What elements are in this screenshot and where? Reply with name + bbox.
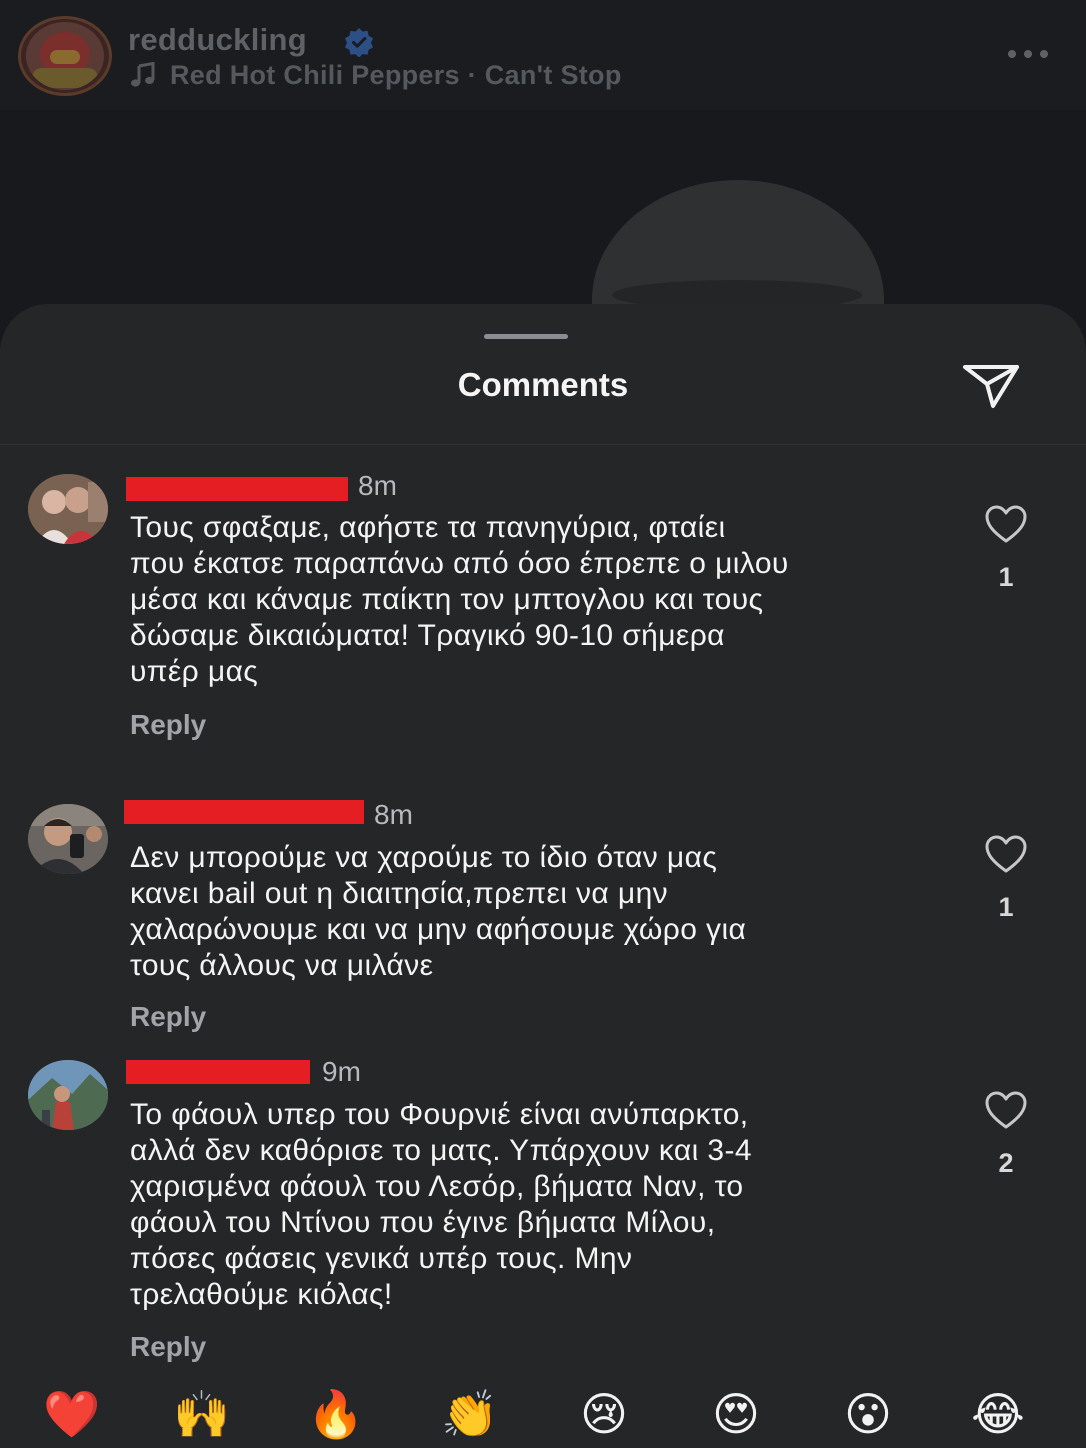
comment-line: φάουλ του Ντίνου που έγινε βήματα Μίλου, [130,1206,716,1239]
comment-line: Δεν μπορούμε να χαρούμε το ίδιο όταν μας [130,841,718,874]
comment-text: Το φάουλ υπερ του Φουρνιέ είναι ανύπαρκτ… [130,1097,960,1313]
comment-line: δώσαμε δικαιώματα! Τραγικό 90-10 σήμερα [130,619,725,652]
profile-avatar[interactable] [18,16,112,96]
emoji-fire[interactable]: 🔥 [306,1384,366,1444]
username[interactable]: redduckling [128,22,307,58]
comment-time: 9m [322,1056,361,1087]
comment-line: τους άλλους να μιλάνε [130,949,434,982]
reply-button[interactable]: Reply [130,709,206,741]
redacted-username [124,800,364,824]
music-track-label[interactable]: Red Hot Chili Peppers · Can't Stop [170,60,622,91]
reply-button[interactable]: Reply [130,1001,206,1033]
comment-line: Το φάουλ υπερ του Φουρνιέ είναι ανύπαρκτ… [130,1098,749,1131]
comment-line: μέσα και κάναμε παίκτη τον μπτογλου και … [130,583,764,616]
emoji-reaction-bar: ❤️ 🙌 🔥 👏 😢 😍 😮 😂 [0,1370,1086,1448]
emoji-surprised-face[interactable]: 😮 [838,1384,898,1444]
comment-line: χαλαρώνουμε και να μην αφήσουμε χώρο για [130,913,747,946]
comment-time: 8m [358,470,397,501]
duck-avatar-image [26,22,104,90]
sheet-drag-handle[interactable] [484,334,568,339]
like-count: 1 [998,562,1014,592]
share-send-icon[interactable] [960,360,1022,410]
like-count: 2 [998,1148,1014,1178]
comment-line: πόσες φάσεις γενικά υπέρ τους. Μην [130,1242,633,1275]
comment-line: αλλά δεν καθόρισε το ματς. Υπάρχουν και … [130,1134,752,1167]
commenter-avatar[interactable] [28,474,108,544]
header-divider [0,444,1086,445]
more-options-icon[interactable] [1006,48,1050,60]
comment-line: Τους σφαξαμε, αφήστε τα πανηγύρια, φταίε… [130,511,726,544]
emoji-crying-face[interactable]: 😢 [574,1384,634,1444]
comment-line: τρελαθούμε κιόλας! [130,1278,393,1311]
comment-line: υπέρ μας [130,655,259,688]
music-note-icon [131,62,155,87]
comment-line: που έκατσε παραπάνω από όσο έπρεπε ο μιλ… [130,547,789,580]
like-heart-icon[interactable] [984,1090,1028,1130]
commenter-avatar[interactable] [28,1060,108,1130]
commenter-avatar[interactable] [28,804,108,874]
like-heart-icon[interactable] [984,834,1028,874]
reply-button[interactable]: Reply [130,1331,206,1363]
like-heart-icon[interactable] [984,504,1028,544]
comment-text: Δεν μπορούμε να χαρούμε το ίδιο όταν μας… [130,840,960,984]
sheet-title: Comments [457,366,629,403]
emoji-raised-hands[interactable]: 🙌 [172,1384,232,1444]
emoji-clapping-hands[interactable]: 👏 [440,1384,500,1444]
emoji-tears-of-joy[interactable]: 😂 [968,1384,1028,1444]
redacted-username [126,1060,310,1084]
redacted-username [126,477,348,501]
comment-line: χαρισμένα φάουλ του Λεσόρ, βήματα Ναν, τ… [130,1170,744,1203]
comment-line: κανει bail out η διαιτησία,πρεπει να μην [130,877,669,910]
emoji-heart[interactable]: ❤️ [42,1384,102,1444]
comment-text: Τους σφαξαμε, αφήστε τα πανηγύρια, φταίε… [130,510,960,690]
comment-time: 8m [374,799,413,830]
verified-badge-icon [345,28,373,57]
reel-background: redduckling Red Hot Chili Peppers · Can'… [0,0,1086,330]
reel-header: redduckling Red Hot Chili Peppers · Can'… [0,0,1086,110]
comments-sheet: Comments 8m Τους σφαξαμε, αφήστε τα πανη… [0,304,1086,1448]
emoji-heart-eyes[interactable]: 😍 [706,1384,766,1444]
like-count: 1 [998,892,1014,922]
